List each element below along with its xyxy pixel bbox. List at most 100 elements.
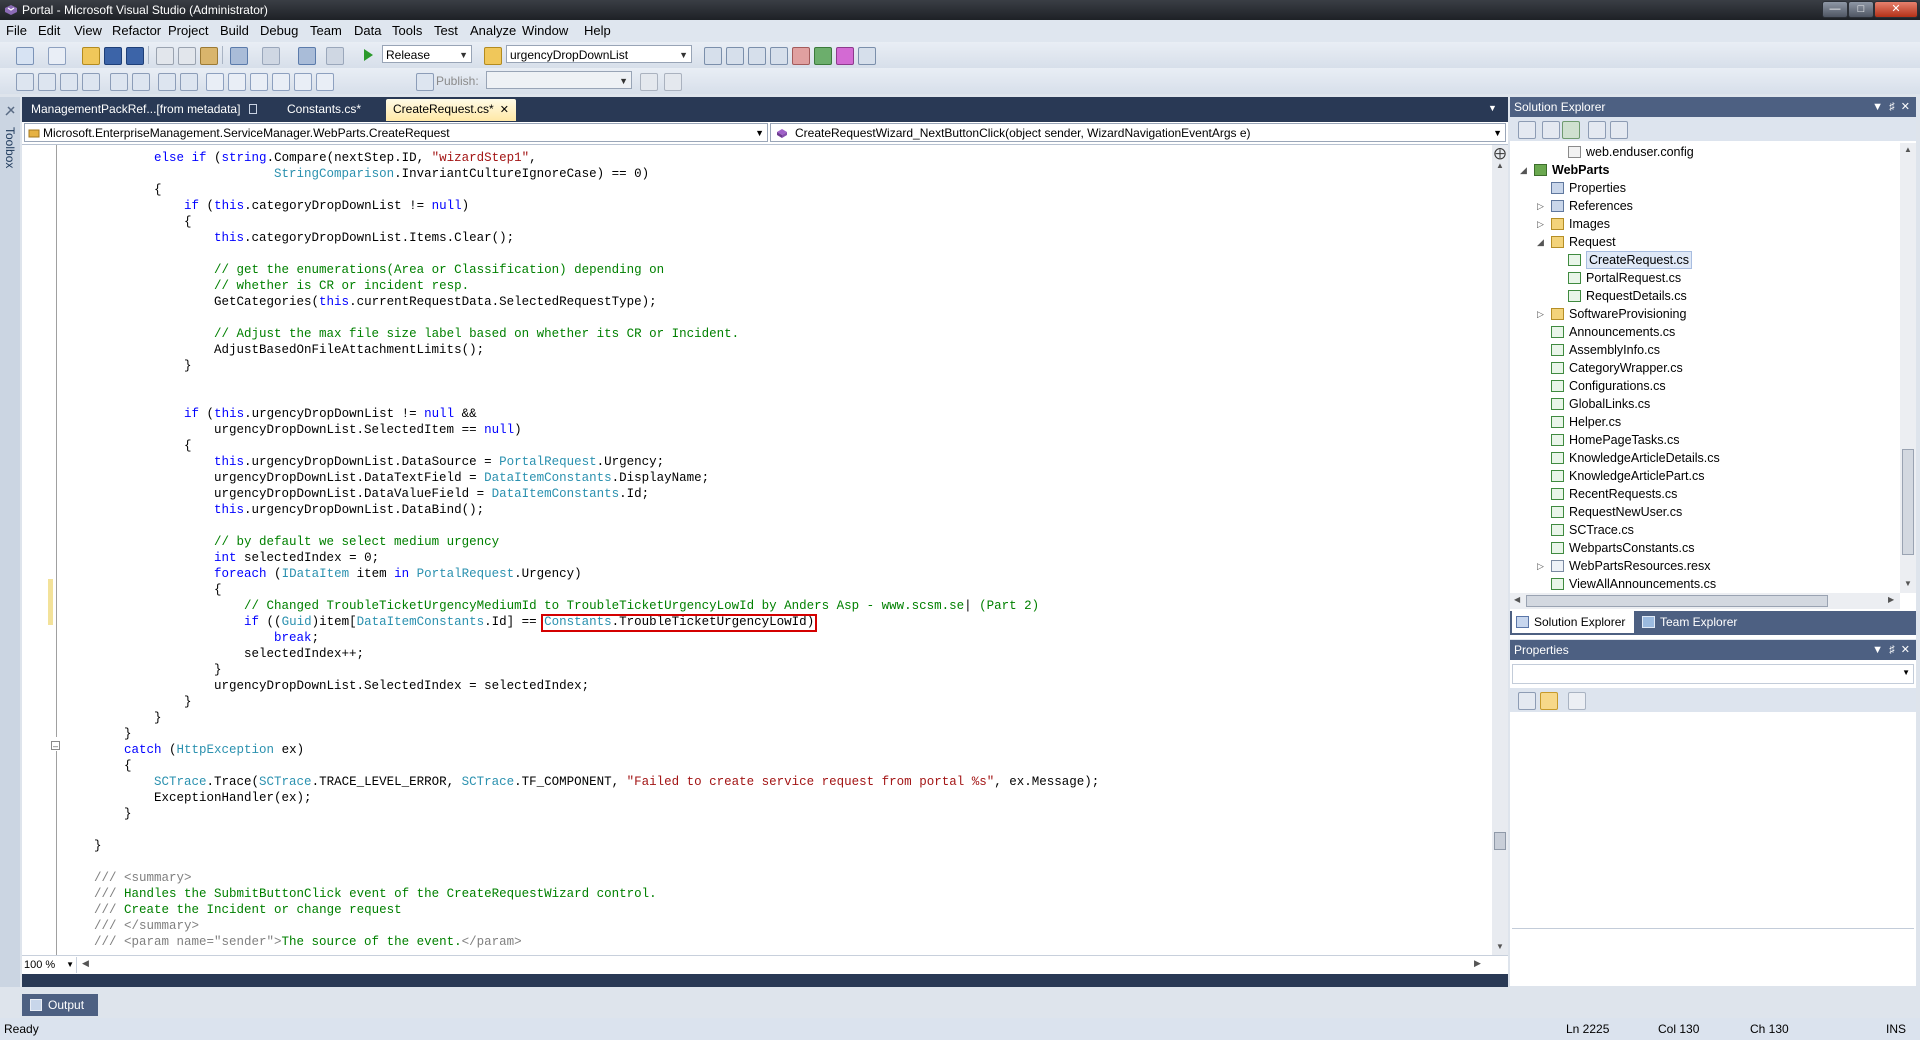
tree-item[interactable]: CategoryWrapper.cs (1510, 359, 1900, 377)
tree-item[interactable]: ▷ SoftwareProvisioning (1510, 305, 1900, 323)
pin-icon[interactable]: ♯ (1889, 101, 1895, 113)
window-position-icon[interactable]: ▼ (1872, 101, 1883, 113)
tree-item[interactable]: ▷ WebPartsResources.resx (1510, 557, 1900, 575)
tab-solution-explorer[interactable]: Solution Explorer (1512, 611, 1634, 633)
close-button[interactable]: ✕ (1874, 1, 1918, 18)
window-position-icon[interactable]: ▼ (1872, 644, 1883, 656)
tree-item[interactable]: HomePageTasks.cs (1510, 431, 1900, 449)
undo-icon[interactable] (230, 47, 248, 65)
zoom-combo[interactable]: 100 % ▼ (24, 957, 77, 973)
scroll-right-icon[interactable]: ▶ (1888, 595, 1894, 604)
team-explorer-icon[interactable] (814, 47, 832, 65)
menu-project[interactable]: Project (168, 23, 208, 38)
properties-object-combo[interactable]: ▼ (1512, 664, 1914, 684)
tree-item[interactable]: KnowledgeArticlePart.cs (1510, 467, 1900, 485)
scroll-down-icon[interactable]: ▼ (1496, 942, 1504, 951)
scroll-left-icon[interactable]: ◀ (82, 958, 89, 969)
tree-item[interactable]: web.enduser.config (1510, 143, 1900, 161)
save-icon[interactable] (104, 47, 122, 65)
solution-tree-vertical-scrollbar[interactable]: ▲ ▼ (1900, 143, 1916, 593)
tree-item[interactable]: AssemblyInfo.cs (1510, 341, 1900, 359)
tools-icon[interactable] (792, 47, 810, 65)
property-pages-icon[interactable] (1568, 692, 1586, 710)
tree-item[interactable]: Helper.cs (1510, 413, 1900, 431)
start-debugging-icon[interactable] (360, 47, 376, 63)
bookmark-icon[interactable] (206, 73, 224, 91)
scroll-down-icon[interactable]: ▼ (1904, 579, 1912, 588)
menu-debug[interactable]: Debug (260, 23, 298, 38)
find-combo[interactable]: urgencyDropDownList ▼ (506, 45, 692, 63)
tree-item[interactable]: Announcements.cs (1510, 323, 1900, 341)
class-diagram-icon[interactable] (1610, 121, 1628, 139)
decrease-indent-icon[interactable] (110, 73, 128, 91)
collapse-arrow-icon[interactable]: ◢ (1537, 233, 1547, 251)
object-browser-icon[interactable] (748, 47, 766, 65)
command-window-icon[interactable] (858, 47, 876, 65)
menu-window[interactable]: Window (522, 23, 568, 38)
increase-indent-icon[interactable] (132, 73, 150, 91)
scrollbar-thumb[interactable] (1526, 595, 1828, 607)
menu-edit[interactable]: Edit (38, 23, 60, 38)
tree-item[interactable]: ◢ WebParts (1510, 161, 1900, 179)
find-in-files-icon[interactable] (484, 47, 502, 65)
next-bookmark-in-folder-icon[interactable] (294, 73, 312, 91)
menu-build[interactable]: Build (220, 23, 249, 38)
menu-team[interactable]: Team (310, 23, 342, 38)
quick-info-icon[interactable] (60, 73, 78, 91)
categorized-icon[interactable] (1518, 692, 1536, 710)
navigate-backward-icon[interactable] (298, 47, 316, 65)
expand-arrow-icon[interactable]: ▷ (1537, 215, 1547, 233)
previous-bookmark-in-folder-icon[interactable] (272, 73, 290, 91)
collapse-icon[interactable]: – (51, 741, 60, 751)
member-combo[interactable]: CreateRequestWizard_NextButtonClick(obje… (770, 123, 1506, 142)
close-tab-icon[interactable]: ✕ (500, 104, 509, 116)
tree-item[interactable]: ▷ References (1510, 197, 1900, 215)
previous-bookmark-icon[interactable] (228, 73, 246, 91)
tree-item[interactable]: ▷ Images (1510, 215, 1900, 233)
toolbox-window-icon[interactable] (770, 47, 788, 65)
active-files-dropdown-icon[interactable]: ▼ (1488, 103, 1497, 113)
expand-arrow-icon[interactable]: ▷ (1537, 305, 1547, 323)
tree-item[interactable]: Configurations.cs (1510, 377, 1900, 395)
scrollbar-thumb[interactable] (1902, 449, 1914, 555)
tree-item[interactable]: GlobalLinks.cs (1510, 395, 1900, 413)
expand-arrow-icon[interactable]: ▷ (1537, 557, 1547, 575)
menu-analyze[interactable]: Analyze (470, 23, 516, 38)
word-completion-icon[interactable] (82, 73, 100, 91)
menu-file[interactable]: File (6, 23, 27, 38)
server-explorer-icon[interactable] (836, 47, 854, 65)
publish-profile-combo[interactable]: ▼ (486, 71, 632, 89)
type-combo[interactable]: Microsoft.EnterpriseManagement.ServiceMa… (24, 123, 768, 142)
tree-item[interactable]: PortalRequest.cs (1510, 269, 1900, 287)
tree-item[interactable]: Properties (1510, 179, 1900, 197)
tab-team-explorer[interactable]: Team Explorer (1638, 611, 1758, 633)
redo-icon[interactable] (262, 47, 280, 65)
tab-createrequest-cs[interactable]: CreateRequest.cs* ✕ (386, 99, 516, 121)
scrollbar-thumb[interactable] (1494, 832, 1506, 850)
solution-tree-horizontal-scrollbar[interactable]: ◀ ▶ (1510, 593, 1900, 609)
scroll-up-icon[interactable]: ▲ (1496, 161, 1504, 170)
solution-explorer-icon[interactable] (704, 47, 722, 65)
split-view-icon[interactable]: ⨁ (1494, 146, 1506, 160)
editor-vertical-scrollbar[interactable]: ⨁ ▲ ▼ (1492, 145, 1508, 955)
publish-settings-icon[interactable] (664, 73, 682, 91)
tree-item[interactable]: SCTrace.cs (1510, 521, 1900, 539)
properties-icon[interactable] (1518, 121, 1536, 139)
code-editor[interactable]: – else if (string.Compare(nextStep.ID, "… (22, 145, 1492, 955)
publish-web-icon[interactable] (640, 73, 658, 91)
close-panel-icon[interactable]: ✕ (1901, 644, 1910, 656)
menu-test[interactable]: Test (434, 23, 458, 38)
scroll-right-icon[interactable]: ▶ (1474, 958, 1481, 969)
tree-item[interactable]: RecentRequests.cs (1510, 485, 1900, 503)
view-code-icon[interactable] (1588, 121, 1606, 139)
expand-arrow-icon[interactable]: ▷ (1537, 197, 1547, 215)
menu-view[interactable]: View (74, 23, 102, 38)
menu-data[interactable]: Data (354, 23, 381, 38)
pin-icon[interactable]: ♯ (1889, 644, 1895, 656)
scroll-left-icon[interactable]: ◀ (1514, 595, 1520, 604)
minimize-button[interactable]: — (1822, 1, 1848, 18)
tree-item[interactable]: ◢ Request (1510, 233, 1900, 251)
comment-lines-icon[interactable] (158, 73, 176, 91)
navigate-forward-icon[interactable] (326, 47, 344, 65)
menu-tools[interactable]: Tools (392, 23, 422, 38)
